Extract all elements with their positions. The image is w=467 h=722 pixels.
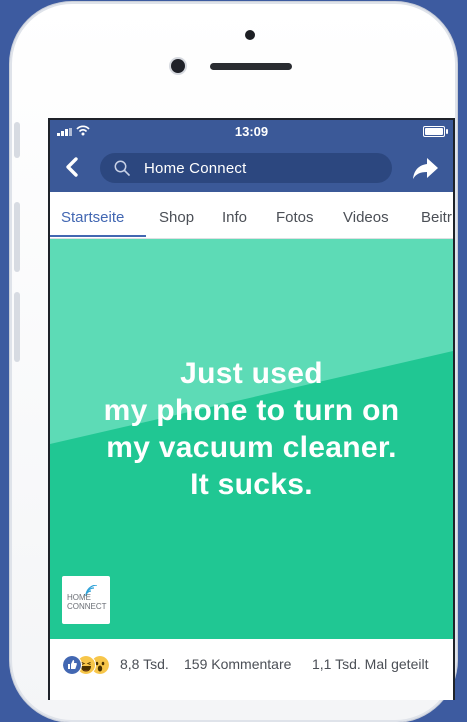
front-camera bbox=[171, 59, 185, 73]
home-connect-logo: HOME CONNECT bbox=[62, 576, 110, 624]
mute-switch bbox=[14, 122, 20, 158]
volume-down-button bbox=[14, 292, 20, 362]
reaction-count[interactable]: 8,8 Tsd. bbox=[120, 656, 169, 672]
search-query: Home Connect bbox=[144, 160, 247, 177]
post-text-line: my phone to turn on bbox=[103, 394, 400, 427]
post-text-line: my vacuum cleaner. bbox=[106, 431, 397, 464]
post-text-line: It sucks. bbox=[190, 468, 313, 501]
logo-line-2: CONNECT bbox=[67, 602, 107, 611]
tab-videos[interactable]: Videos bbox=[343, 209, 389, 226]
post-stats-bar: 8,8 Tsd. 159 Kommentare 1,1 Tsd. Mal get… bbox=[50, 640, 453, 688]
share-icon[interactable] bbox=[411, 154, 439, 182]
post-text-line: Just used bbox=[180, 357, 323, 390]
tab-startseite[interactable]: Startseite bbox=[61, 209, 124, 226]
active-tab-indicator bbox=[50, 235, 146, 237]
share-count[interactable]: 1,1 Tsd. Mal geteilt bbox=[312, 656, 428, 672]
search-bar[interactable]: Home Connect bbox=[100, 153, 392, 183]
post-text: Just used my phone to turn on my vacuum … bbox=[50, 355, 453, 503]
tab-fotos[interactable]: Fotos bbox=[276, 209, 314, 226]
like-icon bbox=[62, 655, 82, 675]
status-time: 13:09 bbox=[234, 124, 269, 139]
page-tabs: Startseite Shop Info Fotos Videos Beitr bbox=[50, 192, 453, 239]
reaction-icons[interactable] bbox=[62, 655, 116, 675]
status-bar: 13:09 bbox=[50, 120, 453, 142]
comment-count[interactable]: 159 Kommentare bbox=[184, 656, 291, 672]
logo-line-1: HOME bbox=[67, 593, 91, 602]
tab-info[interactable]: Info bbox=[222, 209, 247, 226]
earpiece-speaker bbox=[210, 63, 292, 70]
search-icon bbox=[114, 160, 130, 176]
facebook-header: 13:09 Home Connect bbox=[50, 120, 453, 192]
tab-shop[interactable]: Shop bbox=[159, 209, 194, 226]
phone-screen: 13:09 Home Connect Startseite Shop Info bbox=[48, 118, 455, 700]
proximity-sensor bbox=[245, 30, 255, 40]
phone-frame: 13:09 Home Connect Startseite Shop Info bbox=[10, 2, 457, 722]
tab-beitraege[interactable]: Beitr bbox=[421, 209, 452, 226]
post-image[interactable]: Just used my phone to turn on my vacuum … bbox=[50, 239, 453, 639]
volume-up-button bbox=[14, 202, 20, 272]
back-arrow-icon[interactable] bbox=[62, 152, 82, 182]
battery-icon bbox=[423, 126, 448, 137]
